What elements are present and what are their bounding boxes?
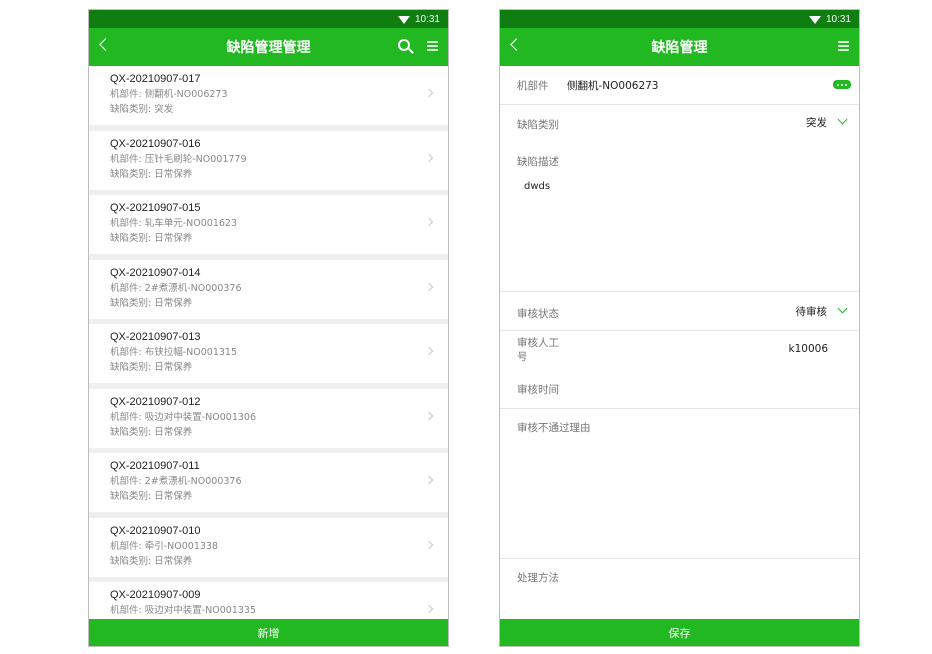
back-icon[interactable] [510, 38, 523, 51]
menu-icon[interactable] [838, 41, 849, 51]
reviewer-value[interactable]: k10006 [789, 343, 828, 355]
more-icon[interactable] [833, 80, 851, 89]
defect-code: QX-20210907-012 [110, 395, 201, 408]
defect-category: 缺陷类别: 日常保养 [110, 362, 193, 373]
wifi-icon [808, 15, 821, 24]
save-button[interactable]: 保存 [500, 619, 859, 646]
chevron-down-icon[interactable] [837, 114, 848, 125]
app-bar: 缺陷管理 [500, 28, 859, 66]
divider [500, 104, 859, 105]
reject-reason-label: 审核不通过理由 [517, 422, 591, 434]
defect-part: 机部件: 压针毛刷轮-NO001779 [110, 153, 247, 165]
status-time: 10:31 [825, 13, 851, 25]
defect-list: QX-20210907-017 机部件: 侧翻机-NO006273 缺陷类别: … [89, 66, 448, 619]
part-value: 侧翻机-NO006273 [567, 80, 659, 92]
review-status-select[interactable]: 待审核 [796, 304, 828, 319]
status-bar: 10:31 [500, 10, 859, 28]
defect-form: 机部件 侧翻机-NO006273 缺陷类别 突发 缺陷描述 dwds 审核状态 … [500, 66, 859, 621]
defect-code: QX-20210907-009 [110, 589, 201, 601]
divider [500, 330, 859, 331]
description-label: 缺陷描述 [517, 156, 559, 168]
defect-category: 缺陷类别: 日常保养 [110, 491, 193, 502]
list-item[interactable]: QX-20210907-009 机部件: 吸边对中装置-NO001335 [89, 582, 448, 619]
defect-code: QX-20210907-016 [110, 137, 201, 150]
review-status-label: 审核状态 [517, 308, 559, 320]
defect-code: QX-20210907-015 [110, 202, 201, 214]
review-time-label: 审核时间 [517, 384, 559, 396]
defect-category: 缺陷类别: 日常保养 [110, 297, 193, 309]
back-icon[interactable] [99, 38, 112, 51]
list-item[interactable]: QX-20210907-014 机部件: 2#煮漂机-NO000376 缺陷类别… [89, 259, 448, 319]
divider [500, 408, 859, 409]
defect-code: QX-20210907-011 [110, 460, 200, 472]
defect-part: 机部件: 2#煮漂机-NO000376 [110, 476, 242, 487]
search-icon[interactable] [398, 39, 410, 51]
list-item[interactable]: QX-20210907-015 机部件: 轧车单元-NO001623 缺陷类别:… [89, 195, 448, 254]
defect-part: 机部件: 布铗拉幅-NO001315 [110, 347, 237, 358]
defect-part: 机部件: 轧车单元-NO001623 [110, 218, 237, 229]
list-item[interactable]: QX-20210907-011 机部件: 2#煮漂机-NO000376 缺陷类别… [89, 453, 448, 512]
part-label: 机部件 [517, 80, 549, 92]
reviewer-label: 审核人工 号 [517, 336, 559, 364]
defect-part: 机部件: 侧翻机-NO006273 [110, 89, 228, 100]
reviewer-label-line2: 号 [517, 351, 528, 363]
divider [500, 291, 859, 292]
list-item[interactable]: QX-20210907-012 机部件: 吸边对中装置-NO001306 缺陷类… [89, 388, 448, 448]
add-button[interactable]: 新增 [89, 619, 448, 646]
defect-category: 缺陷类别: 突发 [110, 104, 174, 115]
defect-code: QX-20210907-014 [110, 266, 201, 279]
defect-category: 缺陷类别: 日常保养 [110, 233, 193, 244]
defect-part: 机部件: 吸边对中装置-NO001335 [110, 605, 256, 616]
defect-category: 缺陷类别: 日常保养 [110, 555, 193, 567]
defect-code: QX-20210907-010 [110, 524, 201, 537]
divider [500, 558, 859, 559]
wifi-icon [397, 15, 410, 24]
status-bar: 10:31 [89, 10, 448, 28]
menu-icon[interactable] [427, 41, 438, 51]
detail-screen: 10:31 缺陷管理 机部件 侧翻机-NO006273 缺陷类别 突发 缺陷描述… [499, 9, 860, 647]
page-title: 缺陷管理 [651, 40, 708, 56]
defect-category: 缺陷类别: 日常保养 [110, 168, 193, 180]
defect-part: 机部件: 吸边对中装置-NO001306 [110, 411, 256, 423]
status-time: 10:31 [414, 13, 440, 25]
category-select[interactable]: 突发 [806, 115, 827, 130]
list-item[interactable]: QX-20210907-013 机部件: 布铗拉幅-NO001315 缺陷类别:… [89, 324, 448, 383]
handling-label: 处理方法 [517, 572, 559, 584]
list-item[interactable]: QX-20210907-016 机部件: 压针毛刷轮-NO001779 缺陷类别… [89, 130, 448, 190]
category-label: 缺陷类别 [517, 119, 559, 131]
page-title: 缺陷管理管理 [226, 40, 311, 56]
defect-category: 缺陷类别: 日常保养 [110, 426, 193, 438]
defect-code: QX-20210907-013 [110, 331, 201, 343]
reviewer-label-line1: 审核人工 [517, 337, 559, 349]
defect-code: QX-20210907-017 [110, 73, 201, 85]
defect-part: 机部件: 牵引-NO001338 [110, 540, 218, 552]
app-bar: 缺陷管理管理 [89, 28, 448, 66]
chevron-down-icon[interactable] [837, 303, 848, 314]
description-field[interactable]: dwds [524, 181, 550, 192]
defect-part: 机部件: 2#煮漂机-NO000376 [110, 282, 242, 294]
list-item[interactable]: QX-20210907-010 机部件: 牵引-NO001338 缺陷类别: 日… [89, 517, 448, 577]
list-screen: 10:31 缺陷管理管理 QX-20210907-017 机部件: 侧翻机-NO… [88, 9, 449, 647]
list-item[interactable]: QX-20210907-017 机部件: 侧翻机-NO006273 缺陷类别: … [89, 66, 448, 125]
